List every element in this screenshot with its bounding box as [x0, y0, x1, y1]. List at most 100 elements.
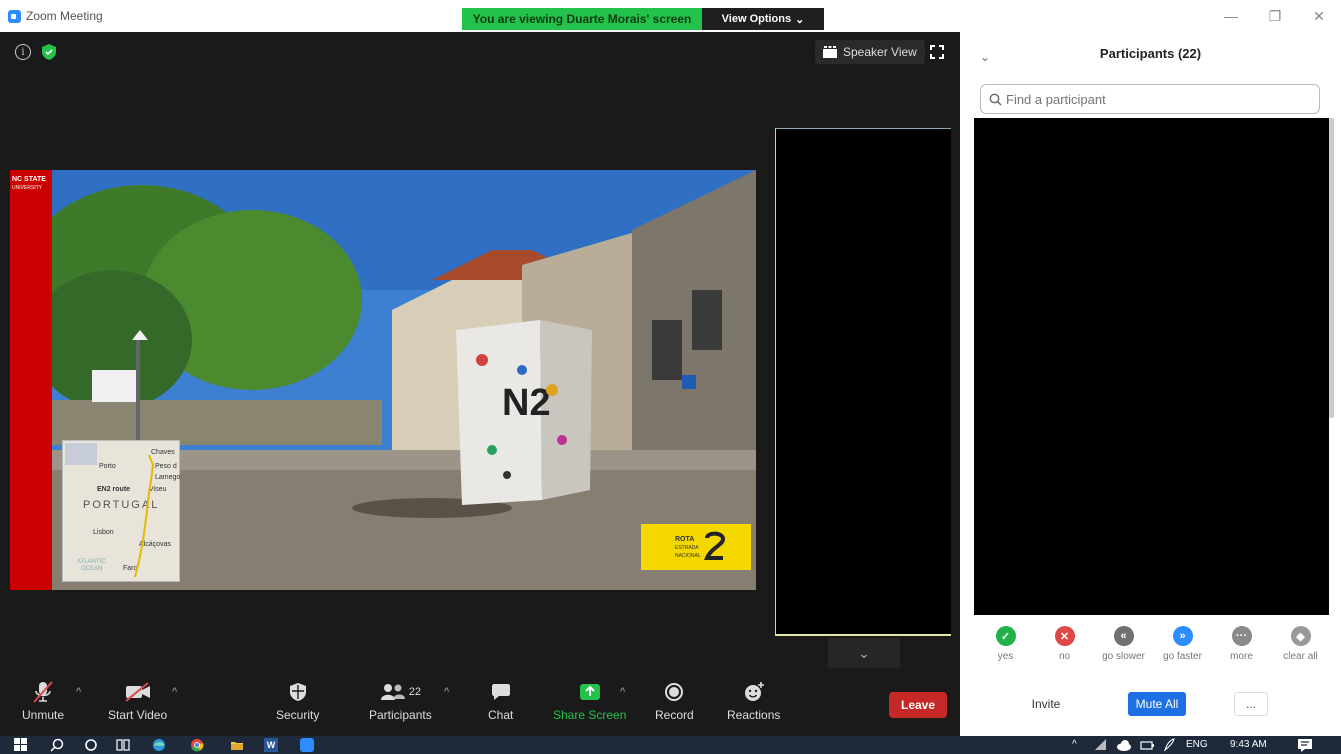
- participants-panel: ⌄ Participants (22) ✓yes✕no«go slower»go…: [960, 32, 1341, 736]
- participants-icon: [380, 684, 405, 700]
- cortana-icon[interactable]: [84, 738, 98, 752]
- title-bar: Zoom Meeting You are viewing Duarte Mora…: [0, 0, 1341, 32]
- participant-search-box[interactable]: [980, 84, 1320, 114]
- speaker-view-icon: [823, 46, 837, 58]
- more-options-button[interactable]: ...: [1234, 692, 1268, 716]
- file-explorer-icon[interactable]: [230, 738, 244, 752]
- record-label: Record: [655, 708, 694, 722]
- app-title: Zoom Meeting: [8, 9, 103, 23]
- pen-ink-icon[interactable]: [1162, 738, 1176, 752]
- chat-button[interactable]: Chat: [488, 676, 513, 722]
- feedback-go-slower-button[interactable]: « go slower: [1094, 626, 1153, 676]
- feedback-label: go faster: [1163, 651, 1202, 662]
- view-options-button[interactable]: View Options ⌄: [702, 8, 824, 30]
- system-clock[interactable]: 9:43 AM: [1230, 739, 1267, 750]
- record-button[interactable]: Record: [655, 676, 694, 722]
- fullscreen-icon[interactable]: [930, 45, 944, 59]
- feedback-label: yes: [997, 651, 1014, 662]
- restore-button[interactable]: ❐: [1253, 0, 1297, 32]
- participants-count-badge: 22: [408, 686, 421, 698]
- search-icon: [989, 93, 1002, 105]
- start-video-label: Start Video: [108, 708, 168, 722]
- participants-caret-icon[interactable]: ^: [444, 686, 449, 698]
- unmute-label: Unmute: [22, 708, 65, 722]
- meeting-stage: i Speaker View NC STATE UNIVERSITY N2 Ch…: [0, 32, 960, 736]
- close-button[interactable]: ✕: [1297, 0, 1341, 32]
- record-icon: [665, 683, 684, 701]
- show-hidden-icons-caret-icon[interactable]: ^: [1072, 739, 1077, 750]
- feedback-label: clear all: [1283, 651, 1318, 662]
- screen-share-banner: You are viewing Duarte Morais' screen: [462, 8, 702, 30]
- speaker-view-button[interactable]: Speaker View: [815, 40, 925, 64]
- encryption-shield-icon[interactable]: [41, 43, 57, 61]
- task-view-icon[interactable]: [116, 738, 130, 752]
- participants-button[interactable]: 22 Participants: [369, 676, 432, 722]
- feedback-go-faster-button[interactable]: » go faster: [1153, 626, 1212, 676]
- zoom-taskbar-icon[interactable]: [300, 738, 314, 752]
- action-center-icon[interactable]: [1297, 738, 1313, 752]
- share-screen-button[interactable]: Share Screen: [553, 676, 626, 722]
- nonverbal-feedback-row: ✓ yes ✕ no « go slower » go faster ··· more ◆ clear…: [976, 626, 1330, 676]
- reactions-label: Reactions: [727, 708, 781, 722]
- invite-button[interactable]: Invite: [1018, 692, 1074, 716]
- share-options-caret-icon[interactable]: ^: [620, 686, 625, 698]
- video-options-caret-icon[interactable]: ^: [172, 686, 177, 698]
- windows-taskbar: W ^ ENG 9:43 AM: [0, 736, 1341, 754]
- audio-options-caret-icon[interactable]: ^: [76, 686, 81, 698]
- active-speaker-thumbnail[interactable]: [775, 128, 951, 636]
- battery-icon[interactable]: [1140, 738, 1154, 752]
- rota-en2-logo: ROTA ESTRADA NACIONAL: [641, 524, 751, 570]
- chrome-browser-icon[interactable]: [190, 738, 204, 752]
- participants-list-scrollbar[interactable]: [1329, 118, 1334, 418]
- participants-list[interactable]: [974, 118, 1329, 615]
- participants-label: Participants: [369, 708, 432, 722]
- rota-logo-line2: ESTRADA: [675, 545, 699, 551]
- marker-n2-text: N2: [502, 382, 551, 424]
- participant-search-input[interactable]: [1006, 91, 1306, 107]
- reactions-smiley-icon: [744, 682, 764, 701]
- feedback-no-icon: ✕: [1054, 626, 1075, 646]
- leave-button[interactable]: Leave: [889, 692, 947, 718]
- start-video-button[interactable]: Start Video: [108, 676, 167, 722]
- share-screen-arrow-icon: [579, 684, 600, 700]
- feedback-clear-all-icon: ◆: [1290, 626, 1311, 646]
- feedback-go-faster-icon: »: [1172, 626, 1193, 646]
- share-screen-label: Share Screen: [553, 708, 627, 722]
- feedback-more-button[interactable]: ··· more: [1212, 626, 1271, 676]
- reactions-button[interactable]: Reactions: [727, 676, 780, 722]
- participants-panel-title: Participants (22): [1099, 46, 1202, 61]
- taskbar-search-icon[interactable]: [50, 738, 64, 752]
- chevron-down-icon: ⌄: [858, 644, 870, 661]
- feedback-label: go slower: [1102, 651, 1145, 662]
- video-off-icon: [124, 682, 150, 702]
- feedback-yes-button[interactable]: ✓ yes: [976, 626, 1035, 676]
- ncstate-logo: NC STATE UNIVERSITY: [12, 176, 46, 192]
- route-line-icon: [134, 454, 155, 578]
- feedback-label: more: [1230, 651, 1253, 662]
- security-shield-icon: [289, 683, 306, 701]
- meeting-info-icon[interactable]: i: [15, 44, 31, 60]
- portugal-route-map: Chaves Porto Peso d Lamego EN2 route Vis…: [62, 440, 180, 582]
- feedback-clear-all-button[interactable]: ◆ clear all: [1271, 626, 1330, 676]
- slide-side-bar: NC STATE UNIVERSITY: [10, 170, 52, 590]
- mute-all-button[interactable]: Mute All: [1128, 692, 1186, 716]
- security-label: Security: [276, 708, 320, 722]
- onedrive-cloud-icon[interactable]: [1116, 738, 1132, 752]
- network-wifi-icon[interactable]: [1094, 738, 1108, 752]
- language-indicator[interactable]: ENG: [1186, 739, 1208, 750]
- chat-bubble-icon: [491, 684, 510, 700]
- windows-start-icon[interactable]: [14, 738, 28, 752]
- word-app-icon[interactable]: W: [264, 738, 278, 752]
- security-button[interactable]: Security: [276, 676, 319, 722]
- meeting-toolbar: Unmute ^ Start Video ^ Security 22 Parti…: [0, 672, 960, 736]
- edge-browser-icon[interactable]: [152, 738, 166, 752]
- unmute-button[interactable]: Unmute: [22, 676, 64, 722]
- shared-screen-slide: NC STATE UNIVERSITY N2 Chaves Porto Peso…: [10, 170, 756, 590]
- thumbnail-scroll-down-button[interactable]: ⌄: [828, 638, 900, 668]
- chevron-down-icon: ⌄: [795, 13, 805, 26]
- minimize-button[interactable]: —: [1209, 0, 1253, 32]
- view-options-label: View Options: [721, 13, 792, 25]
- feedback-no-button[interactable]: ✕ no: [1035, 626, 1094, 676]
- feedback-label: no: [1058, 651, 1071, 662]
- feedback-go-slower-icon: «: [1113, 626, 1134, 646]
